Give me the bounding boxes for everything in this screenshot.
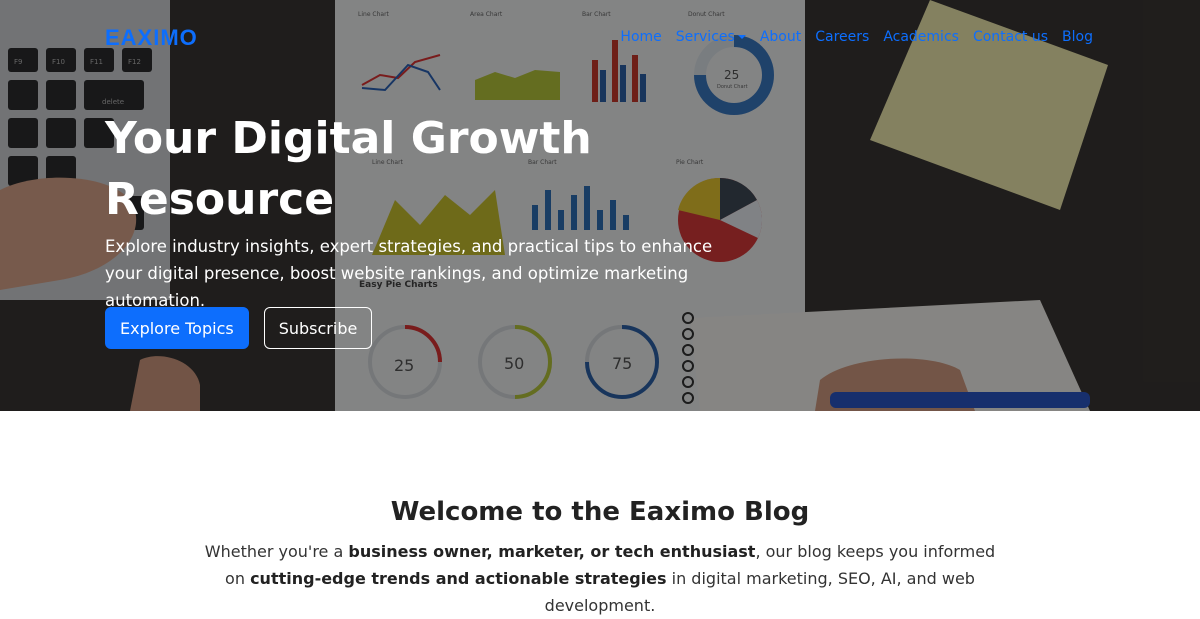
hero-title: Your Digital Growth Resource — [105, 108, 665, 230]
nav-link-about[interactable]: About — [760, 29, 801, 45]
hero-section: F9F10F11F12 delete shift Line Chart Area… — [0, 0, 1200, 411]
intro-text-part1: Whether you're a — [204, 542, 349, 561]
hero-title-line2: Resource — [105, 174, 335, 225]
subscribe-button[interactable]: Subscribe — [263, 307, 373, 349]
intro-section: Welcome to the Eaximo Blog Whether you'r… — [0, 411, 1200, 615]
brand-logo[interactable]: EAXIMO — [105, 25, 198, 51]
hero-subtitle: Explore industry insights, expert strate… — [105, 237, 713, 310]
hero-title-line1: Your Digital Growth — [105, 113, 592, 164]
nav-link-services-label: Services — [675, 29, 735, 45]
hero-actions: Explore Topics Subscribe — [105, 307, 373, 349]
intro-text: Whether you're a business owner, markete… — [200, 538, 1000, 619]
nav-link-careers[interactable]: Careers — [815, 29, 869, 45]
nav-menu: Home Services About Careers Academics Co… — [620, 29, 1093, 45]
nav-link-home[interactable]: Home — [620, 29, 661, 45]
nav-link-academics[interactable]: Academics — [883, 29, 959, 45]
nav-link-contact[interactable]: Contact us — [973, 29, 1048, 45]
nav-link-blog[interactable]: Blog — [1062, 29, 1093, 45]
intro-title: Welcome to the Eaximo Blog — [390, 497, 810, 527]
navbar: EAXIMO Home Services About Careers Acade… — [0, 0, 1200, 76]
explore-topics-button[interactable]: Explore Topics — [105, 307, 249, 349]
intro-text-bold1: business owner, marketer, or tech enthus… — [348, 542, 756, 561]
nav-link-services[interactable]: Services — [676, 29, 746, 45]
chevron-down-icon — [737, 35, 746, 39]
intro-text-bold2: cutting-edge trends and actionable strat… — [250, 569, 667, 588]
